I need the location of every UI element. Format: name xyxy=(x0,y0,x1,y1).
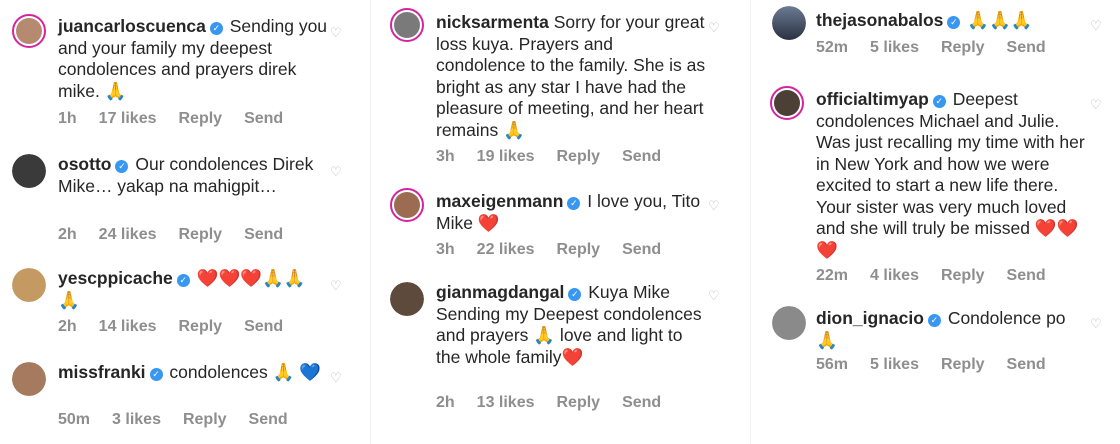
username[interactable]: osotto xyxy=(58,154,111,174)
avatar[interactable] xyxy=(772,306,806,340)
reply-button[interactable]: Reply xyxy=(941,39,985,56)
timestamp: 2h xyxy=(436,394,455,411)
comment-text: 🙏🙏🙏 xyxy=(967,10,1033,30)
heart-outline-icon[interactable]: ♡ xyxy=(1090,98,1102,111)
comment-meta: 1h 17 likes Reply Send xyxy=(58,110,305,128)
comments-column-2: nicksarmenta Sorry for your great loss k… xyxy=(380,0,740,444)
reply-button[interactable]: Reply xyxy=(941,267,985,284)
likes-count[interactable]: 5 likes xyxy=(870,39,919,56)
username[interactable]: yescppicache xyxy=(58,268,173,288)
verified-badge-icon: ✓ xyxy=(927,314,941,327)
comment-text: condolences 🙏 💙 xyxy=(169,362,321,382)
send-button[interactable]: Send xyxy=(244,110,283,127)
comment-meta: 3h 19 likes Reply Send xyxy=(436,148,683,166)
username[interactable]: dion_ignacio xyxy=(816,308,924,328)
comment-meta: 2h 13 likes Reply Send xyxy=(436,394,683,412)
verified-badge-icon: ✓ xyxy=(149,368,163,381)
likes-count[interactable]: 19 likes xyxy=(477,148,535,165)
heart-outline-icon[interactable]: ♡ xyxy=(330,26,342,39)
username[interactable]: gianmagdangal xyxy=(436,282,564,302)
timestamp: 3h xyxy=(436,241,455,258)
avatar[interactable] xyxy=(390,188,424,222)
timestamp: 52m xyxy=(816,39,849,56)
avatar[interactable] xyxy=(772,6,806,40)
username[interactable]: officialtimyap xyxy=(816,89,929,109)
verified-badge-icon: ✓ xyxy=(568,288,582,301)
send-button[interactable]: Send xyxy=(249,411,288,428)
reply-button[interactable]: Reply xyxy=(557,241,601,258)
comment-meta: 50m 3 likes Reply Send xyxy=(58,411,310,429)
verified-badge-icon: ✓ xyxy=(209,22,223,35)
send-button[interactable]: Send xyxy=(244,226,283,243)
likes-count[interactable]: 5 likes xyxy=(870,356,919,373)
username[interactable]: juancarloscuenca xyxy=(58,16,206,36)
likes-count[interactable]: 4 likes xyxy=(870,267,919,284)
username[interactable]: missfranki xyxy=(58,362,146,382)
reply-button[interactable]: Reply xyxy=(179,318,223,335)
verified-badge-icon: ✓ xyxy=(932,95,946,108)
verified-badge-icon: ✓ xyxy=(947,16,961,29)
comments-column-1: juancarloscuenca ✓ Sending you and your f… xyxy=(0,0,360,444)
heart-outline-icon[interactable]: ♡ xyxy=(1090,19,1102,32)
send-button[interactable]: Send xyxy=(1007,267,1046,284)
verified-badge-icon: ✓ xyxy=(567,197,581,210)
heart-outline-icon[interactable]: ♡ xyxy=(330,279,342,292)
send-button[interactable]: Send xyxy=(1007,39,1046,56)
avatar[interactable] xyxy=(390,8,424,42)
comments-column-3: thejasonabalos ✓ 🙏🙏🙏 ♡ 52m 5 likes Reply Sen… xyxy=(760,0,1120,444)
avatar[interactable] xyxy=(12,14,46,48)
send-button[interactable]: Send xyxy=(622,148,661,165)
likes-count[interactable]: 22 likes xyxy=(477,241,535,258)
likes-count[interactable]: 14 likes xyxy=(99,318,157,335)
likes-count[interactable]: 13 likes xyxy=(477,394,535,411)
comment-meta: 2h 14 likes Reply Send xyxy=(58,318,305,336)
timestamp: 22m xyxy=(816,267,849,284)
send-button[interactable]: Send xyxy=(244,318,283,335)
timestamp: 1h xyxy=(58,110,77,127)
send-button[interactable]: Send xyxy=(1007,356,1046,373)
avatar[interactable] xyxy=(390,282,424,316)
reply-button[interactable]: Reply xyxy=(941,356,985,373)
avatar[interactable] xyxy=(770,86,804,120)
avatar[interactable] xyxy=(12,362,46,396)
likes-count[interactable]: 17 likes xyxy=(99,110,157,127)
column-divider xyxy=(370,0,371,444)
timestamp: 56m xyxy=(816,356,849,373)
username[interactable]: maxeigenmann xyxy=(436,191,563,211)
heart-outline-icon[interactable]: ♡ xyxy=(708,199,720,212)
avatar[interactable] xyxy=(12,154,46,188)
timestamp: 50m xyxy=(58,411,91,428)
comment-meta: 22m 4 likes Reply Send xyxy=(816,267,1068,285)
timestamp: 2h xyxy=(58,318,77,335)
reply-button[interactable]: Reply xyxy=(183,411,227,428)
comment-text: Deepest condolences Michael and Julie. W… xyxy=(816,89,1085,260)
reply-button[interactable]: Reply xyxy=(179,226,223,243)
heart-outline-icon[interactable]: ♡ xyxy=(330,371,342,384)
likes-count[interactable]: 3 likes xyxy=(112,411,161,428)
reply-button[interactable]: Reply xyxy=(557,394,601,411)
heart-outline-icon[interactable]: ♡ xyxy=(1090,317,1102,330)
comment-meta: 3h 22 likes Reply Send xyxy=(436,241,683,259)
verified-badge-icon: ✓ xyxy=(115,160,129,173)
heart-outline-icon[interactable]: ♡ xyxy=(708,289,720,302)
verified-badge-icon: ✓ xyxy=(176,274,190,287)
timestamp: 3h xyxy=(436,148,455,165)
timestamp: 2h xyxy=(58,226,77,243)
avatar[interactable] xyxy=(12,268,46,302)
send-button[interactable]: Send xyxy=(622,394,661,411)
comment-meta: 2h 24 likes Reply Send xyxy=(58,226,305,244)
likes-count[interactable]: 24 likes xyxy=(99,226,157,243)
heart-outline-icon[interactable]: ♡ xyxy=(708,21,720,34)
comment-meta: 56m 5 likes Reply Send xyxy=(816,356,1068,374)
reply-button[interactable]: Reply xyxy=(179,110,223,127)
comment-meta: 52m 5 likes Reply Send xyxy=(816,39,1068,57)
reply-button[interactable]: Reply xyxy=(557,148,601,165)
username[interactable]: thejasonabalos xyxy=(816,10,943,30)
username[interactable]: nicksarmenta xyxy=(436,12,549,32)
send-button[interactable]: Send xyxy=(622,241,661,258)
column-divider xyxy=(750,0,751,444)
heart-outline-icon[interactable]: ♡ xyxy=(330,165,342,178)
